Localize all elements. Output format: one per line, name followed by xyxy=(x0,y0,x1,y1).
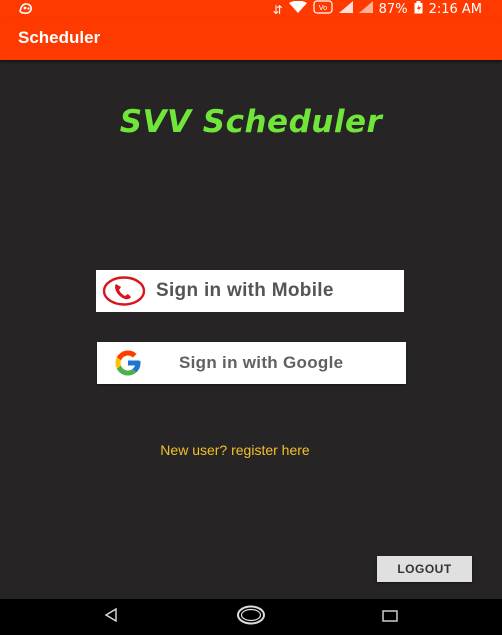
volte-icon: Vo xyxy=(313,0,333,20)
page-title: SVV Scheduler xyxy=(119,104,383,140)
sign-in-mobile-label: Sign in with Mobile xyxy=(156,280,334,301)
battery-percent: 87% xyxy=(378,2,408,17)
wifi-icon xyxy=(288,0,307,19)
battery-icon xyxy=(414,0,423,20)
google-logo-icon xyxy=(113,348,143,378)
home-circle-icon xyxy=(236,605,266,629)
signal-icon xyxy=(338,1,353,19)
sign-in-google-button[interactable]: Sign in with Google xyxy=(97,342,406,384)
sign-in-mobile-button[interactable]: Sign in with Mobile xyxy=(96,270,404,312)
back-triangle-icon xyxy=(103,607,119,627)
nav-home-button[interactable] xyxy=(221,599,281,635)
sign-in-google-label: Sign in with Google xyxy=(179,353,344,372)
svg-text:Vo: Vo xyxy=(318,4,327,12)
recents-square-icon xyxy=(382,608,398,627)
phone-icon xyxy=(102,276,146,306)
status-bar: ⇵ Vo 87% 2:16 AM xyxy=(0,0,502,18)
register-link[interactable]: New user? register here xyxy=(0,442,470,458)
clock: 2:16 AM xyxy=(428,2,482,17)
nav-back-button[interactable] xyxy=(81,599,141,635)
data-arrows-icon: ⇵ xyxy=(272,3,283,17)
logout-button[interactable]: LOGOUT xyxy=(377,556,472,582)
status-icons: ⇵ Vo 87% 2:16 AM xyxy=(273,0,482,20)
nav-recents-button[interactable] xyxy=(360,599,420,635)
signal-icon-2 xyxy=(358,1,373,19)
app-bar: Scheduler xyxy=(0,18,502,60)
app-title: Scheduler xyxy=(18,28,101,47)
system-nav-bar xyxy=(0,599,502,635)
